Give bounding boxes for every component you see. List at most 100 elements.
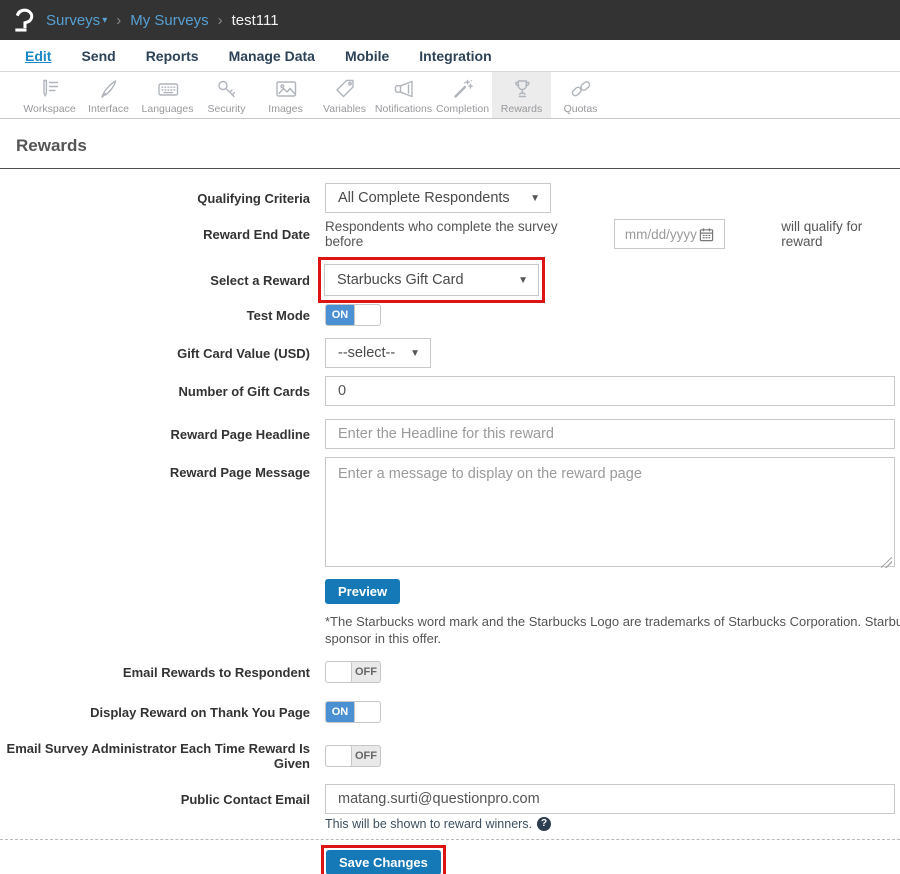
security-icon xyxy=(215,77,239,101)
number-of-gift-cards-input[interactable] xyxy=(325,376,895,406)
disclaimer-line-1: *The Starbucks word mark and the Starbuc… xyxy=(325,614,900,631)
public-contact-email-label: Public Contact Email xyxy=(0,792,310,807)
page-title: Rewards xyxy=(16,136,900,156)
languages-icon xyxy=(156,77,180,101)
toolbar-item-security[interactable]: Security xyxy=(197,72,256,118)
test-mode-toggle[interactable]: ON xyxy=(325,304,381,326)
qualifying-criteria-row: Qualifying Criteria All Complete Respond… xyxy=(0,183,900,213)
toolbar-label: Completion xyxy=(436,103,489,115)
breadcrumb-surveys[interactable]: Surveys ▾ xyxy=(46,12,107,29)
email-rewards-toggle[interactable]: OFF xyxy=(325,661,381,683)
save-row: Save Changes xyxy=(321,845,900,874)
rewards-icon xyxy=(510,77,534,101)
toggle-knob xyxy=(326,662,352,682)
tab-mobile[interactable]: Mobile xyxy=(345,48,389,64)
breadcrumb-my-surveys-label: My Surveys xyxy=(130,12,208,29)
toolbar-label: Notifications xyxy=(375,103,432,115)
chevron-down-icon: ▾ xyxy=(102,15,107,26)
gift-card-value-label: Gift Card Value (USD) xyxy=(0,346,310,361)
public-contact-email-row: Public Contact Email xyxy=(0,784,900,814)
toolbar-item-notifications[interactable]: Notifications xyxy=(374,72,433,118)
tab-edit[interactable]: Edit xyxy=(25,48,51,64)
end-date-prefix-text: Respondents who complete the survey befo… xyxy=(325,219,584,249)
reward-page-headline-input[interactable] xyxy=(325,419,895,449)
breadcrumb-surveys-label: Surveys xyxy=(46,12,100,29)
reward-page-headline-label: Reward Page Headline xyxy=(0,427,310,442)
breadcrumb-my-surveys[interactable]: My Surveys xyxy=(130,12,208,29)
completion-icon xyxy=(451,77,475,101)
disclaimer-line-2: sponsor in this offer. xyxy=(325,631,900,648)
toolbar-label: Quotas xyxy=(564,103,598,115)
display-reward-label: Display Reward on Thank You Page xyxy=(0,705,310,720)
tab-reports[interactable]: Reports xyxy=(146,48,199,64)
number-of-gift-cards-row: Number of Gift Cards xyxy=(0,376,900,406)
toggle-state-label: OFF xyxy=(352,662,380,682)
display-reward-toggle[interactable]: ON xyxy=(325,701,381,723)
end-date-suffix-text: will qualify for reward xyxy=(781,219,900,249)
helper-text: This will be shown to reward winners. xyxy=(325,817,532,831)
gift-card-value-value: --select-- xyxy=(338,345,395,361)
reward-page-message-textarea[interactable] xyxy=(325,457,895,567)
toolbar-label: Images xyxy=(268,103,302,115)
email-admin-toggle[interactable]: OFF xyxy=(325,745,381,767)
toolbar-item-quotas[interactable]: Quotas xyxy=(551,72,610,118)
reward-page-message-row: Reward Page Message xyxy=(0,457,900,572)
email-admin-label: Email Survey Administrator Each Time Rew… xyxy=(0,741,310,771)
tab-integration[interactable]: Integration xyxy=(419,48,491,64)
tab-send[interactable]: Send xyxy=(81,48,115,64)
qualifying-criteria-select[interactable]: All Complete Respondents ▼ xyxy=(325,183,551,213)
toolbar-item-variables[interactable]: Variables xyxy=(315,72,374,118)
variables-icon xyxy=(333,77,357,101)
toolbar-label: Security xyxy=(208,103,246,115)
toggle-state-label: OFF xyxy=(352,746,380,766)
save-changes-button[interactable]: Save Changes xyxy=(326,850,441,874)
number-of-gift-cards-label: Number of Gift Cards xyxy=(0,384,310,399)
preview-row: Preview xyxy=(325,579,900,604)
starbucks-disclaimer: *The Starbucks word mark and the Starbuc… xyxy=(325,614,900,647)
gift-card-value-row: Gift Card Value (USD) --select-- ▼ xyxy=(0,338,900,368)
edit-toolbar: Workspace Interface Languages Security I… xyxy=(0,72,900,119)
toolbar-label: Workspace xyxy=(23,103,75,115)
email-admin-row: Email Survey Administrator Each Time Rew… xyxy=(0,741,900,771)
annotation-highlight-box: Starbucks Gift Card ▼ xyxy=(318,257,545,303)
select-reward-label: Select a Reward xyxy=(0,273,310,288)
toggle-knob xyxy=(326,746,352,766)
toolbar-item-interface[interactable]: Interface xyxy=(79,72,138,118)
reward-page-message-label: Reward Page Message xyxy=(0,457,310,480)
quotas-icon xyxy=(569,77,593,101)
notifications-icon xyxy=(392,77,416,101)
toolbar-item-rewards[interactable]: Rewards xyxy=(492,72,551,118)
public-contact-email-input[interactable] xyxy=(325,784,895,814)
select-reward-row: Select a Reward Starbucks Gift Card ▼ xyxy=(0,257,900,303)
reward-end-date-row: Reward End Date Respondents who complete… xyxy=(0,219,900,249)
calendar-icon[interactable] xyxy=(699,227,714,242)
resize-grip-icon[interactable] xyxy=(881,557,892,568)
email-rewards-row: Email Rewards to Respondent OFF xyxy=(0,661,900,683)
annotation-highlight-box: Save Changes xyxy=(321,845,446,874)
toolbar-item-workspace[interactable]: Workspace xyxy=(20,72,79,118)
reward-end-date-input[interactable] xyxy=(615,227,699,242)
breadcrumb-separator: › xyxy=(218,12,223,29)
select-reward-select[interactable]: Starbucks Gift Card ▼ xyxy=(324,264,539,296)
preview-button[interactable]: Preview xyxy=(325,579,400,604)
display-reward-row: Display Reward on Thank You Page ON xyxy=(0,701,900,723)
dropdown-caret-icon: ▼ xyxy=(410,348,420,359)
toolbar-item-images[interactable]: Images xyxy=(256,72,315,118)
main-tabs: Edit Send Reports Manage Data Mobile Int… xyxy=(0,40,900,72)
rewards-form: Qualifying Criteria All Complete Respond… xyxy=(0,169,900,874)
toolbar-label: Rewards xyxy=(501,103,542,115)
test-mode-label: Test Mode xyxy=(0,308,310,323)
toggle-knob xyxy=(354,702,380,722)
questionpro-logo[interactable] xyxy=(14,7,35,33)
contact-email-helper: This will be shown to reward winners. ? xyxy=(325,817,900,831)
reward-end-date-label: Reward End Date xyxy=(0,227,310,242)
toggle-state-label: ON xyxy=(326,305,354,325)
toolbar-item-languages[interactable]: Languages xyxy=(138,72,197,118)
help-question-icon[interactable]: ? xyxy=(537,817,551,831)
toolbar-item-completion[interactable]: Completion xyxy=(433,72,492,118)
breadcrumb-separator: › xyxy=(116,12,121,29)
interface-icon xyxy=(97,77,121,101)
gift-card-value-select[interactable]: --select-- ▼ xyxy=(325,338,431,368)
toolbar-label: Interface xyxy=(88,103,129,115)
tab-manage-data[interactable]: Manage Data xyxy=(229,48,315,64)
